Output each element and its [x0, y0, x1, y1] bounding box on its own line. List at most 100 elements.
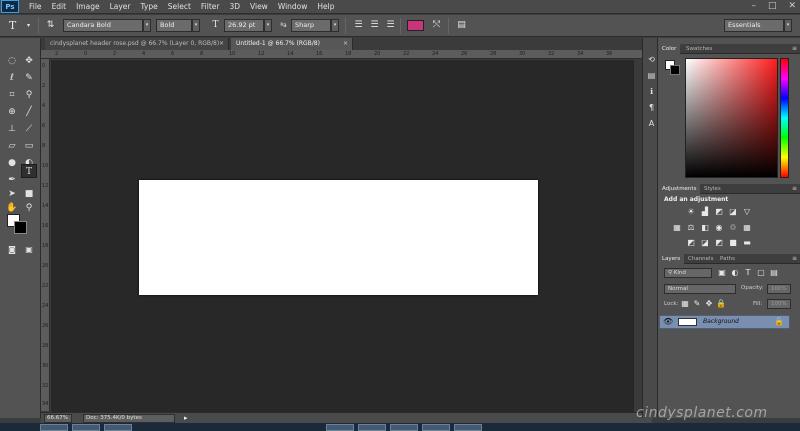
- antialias-field[interactable]: Sharp: [291, 19, 331, 32]
- menu-filter[interactable]: Filter: [201, 2, 220, 11]
- menu-image[interactable]: Image: [76, 2, 100, 11]
- lock-transparency-icon[interactable]: ▦: [680, 299, 690, 309]
- align-center-icon[interactable]: ☰: [368, 19, 381, 32]
- taskbar-item[interactable]: [358, 424, 386, 431]
- levels-icon[interactable]: ▟: [700, 207, 710, 217]
- taskbar-item[interactable]: [72, 424, 100, 431]
- posterize-icon[interactable]: ◪: [700, 238, 710, 248]
- layer-filter-kind[interactable]: ⚲ Kind: [664, 268, 712, 278]
- exposure-icon[interactable]: ◪: [728, 207, 738, 217]
- threshold-icon[interactable]: ◩: [714, 238, 724, 248]
- vibrance-icon[interactable]: ▽: [742, 207, 752, 217]
- fill-field[interactable]: 100%: [767, 299, 791, 309]
- zoom-tool-icon[interactable]: ⚲: [21, 201, 37, 215]
- menu-edit[interactable]: Edit: [52, 2, 67, 11]
- menu-window[interactable]: Window: [278, 2, 308, 11]
- background-color-swatch[interactable]: [14, 221, 27, 234]
- maximize-button[interactable]: □: [768, 1, 777, 11]
- menu-type[interactable]: Type: [141, 2, 158, 11]
- layer-name[interactable]: Background: [703, 318, 739, 325]
- black-white-icon[interactable]: ◧: [700, 223, 710, 233]
- color-balance-icon[interactable]: ⚖: [686, 223, 696, 233]
- gradient-map-icon[interactable]: ▬: [742, 238, 752, 248]
- taskbar-item[interactable]: [326, 424, 354, 431]
- quick-selection-tool-icon[interactable]: ✎: [21, 71, 37, 85]
- properties-panel-icon[interactable]: ▤: [646, 70, 657, 81]
- panel-menu-icon[interactable]: ≡: [792, 254, 797, 264]
- color-panel-background-swatch[interactable]: [670, 65, 680, 75]
- panel-menu-icon[interactable]: ≡: [792, 44, 797, 54]
- status-menu-arrow-icon[interactable]: ▸: [184, 413, 188, 423]
- lock-all-icon[interactable]: 🔒: [716, 299, 726, 309]
- tab-swatches[interactable]: Swatches: [682, 44, 716, 54]
- taskbar-item[interactable]: [40, 424, 68, 431]
- close-tab-icon[interactable]: ×: [219, 38, 224, 50]
- curves-icon[interactable]: ◩: [714, 207, 724, 217]
- move-tool-icon[interactable]: ✥: [21, 54, 37, 68]
- workspace-selector[interactable]: Essentials: [724, 19, 784, 32]
- eye-icon[interactable]: 👁: [663, 317, 673, 327]
- paragraph-panel-icon[interactable]: ¶: [646, 102, 657, 113]
- text-orientation-icon[interactable]: ⇅: [44, 19, 57, 32]
- history-brush-tool-icon[interactable]: ⟋: [21, 122, 37, 136]
- pen-tool-icon[interactable]: ✒: [4, 173, 20, 187]
- color-lookup-icon[interactable]: ▦: [742, 223, 752, 233]
- eraser-tool-icon[interactable]: ▱: [4, 139, 20, 153]
- menu-3d[interactable]: 3D: [229, 2, 240, 11]
- filter-adjustment-icon[interactable]: ◐: [730, 268, 740, 278]
- zoom-level-field[interactable]: 66.67%: [44, 414, 72, 423]
- tab-channels[interactable]: Channels: [684, 254, 717, 264]
- menu-view[interactable]: View: [250, 2, 268, 11]
- invert-icon[interactable]: ◩: [686, 238, 696, 248]
- filter-type-icon[interactable]: T: [743, 268, 753, 278]
- vertical-scrollbar[interactable]: [634, 60, 642, 412]
- tab-header-rose[interactable]: cindysplanet header rose.psd @ 66.7% (La…: [45, 38, 229, 50]
- type-tool-preset-icon[interactable]: T: [6, 19, 19, 32]
- align-right-icon[interactable]: ☰: [384, 19, 397, 32]
- lasso-tool-icon[interactable]: ℓ: [4, 71, 20, 85]
- taskbar-item[interactable]: [454, 424, 482, 431]
- type-tool-icon[interactable]: T: [21, 164, 37, 178]
- marquee-tool-icon[interactable]: ◌: [4, 54, 20, 68]
- path-selection-tool-icon[interactable]: ➤: [4, 187, 20, 201]
- blend-mode-select[interactable]: Normal: [664, 284, 736, 294]
- align-left-icon[interactable]: ☰: [352, 19, 365, 32]
- tab-untitled-1[interactable]: Untitled-1 @ 66.7% (RGB/8) ×: [231, 38, 353, 50]
- hue-slider[interactable]: [780, 58, 789, 178]
- font-style-field[interactable]: Bold: [156, 19, 192, 32]
- filter-smart-object-icon[interactable]: ▤: [769, 268, 779, 278]
- close-button[interactable]: ✕: [788, 1, 796, 11]
- taskbar-item[interactable]: [422, 424, 450, 431]
- eyedropper-tool-icon[interactable]: ⚲: [21, 88, 37, 102]
- hand-tool-icon[interactable]: ✋: [4, 201, 20, 215]
- tab-adjustments[interactable]: Adjustments: [658, 184, 701, 194]
- quick-mask-icon[interactable]: ◙: [4, 243, 20, 257]
- taskbar-item[interactable]: [390, 424, 418, 431]
- document-canvas[interactable]: [139, 180, 538, 295]
- character-panel-icon[interactable]: ▤: [455, 19, 468, 32]
- tab-styles[interactable]: Styles: [700, 184, 725, 194]
- warp-text-icon[interactable]: ⤲: [430, 19, 443, 32]
- crop-tool-icon[interactable]: ⌗: [4, 88, 20, 102]
- spot-healing-tool-icon[interactable]: ⊕: [4, 105, 20, 119]
- blur-tool-icon[interactable]: ●: [4, 156, 20, 170]
- font-family-field[interactable]: Candara Bold: [63, 19, 143, 32]
- minimize-button[interactable]: –: [751, 1, 756, 11]
- filter-pixel-icon[interactable]: ▣: [717, 268, 727, 278]
- gradient-tool-icon[interactable]: ▭: [21, 139, 37, 153]
- history-panel-icon[interactable]: ⟲: [646, 54, 657, 65]
- menu-select[interactable]: Select: [168, 2, 191, 11]
- brightness-contrast-icon[interactable]: ☀: [686, 207, 696, 217]
- text-color-swatch[interactable]: [407, 20, 424, 31]
- lock-image-icon[interactable]: ✎: [692, 299, 702, 309]
- panel-menu-icon[interactable]: ≡: [792, 184, 797, 194]
- tab-color[interactable]: Color: [658, 44, 681, 54]
- hue-saturation-icon[interactable]: ▦: [672, 223, 682, 233]
- opacity-field[interactable]: 100%: [767, 284, 791, 294]
- photo-filter-icon[interactable]: ◉: [714, 223, 724, 233]
- color-picker-field[interactable]: [685, 58, 778, 178]
- font-size-field[interactable]: 26.92 pt: [224, 19, 264, 32]
- taskbar-item[interactable]: [104, 424, 132, 431]
- menu-help[interactable]: Help: [317, 2, 334, 11]
- filter-shape-icon[interactable]: ▢: [756, 268, 766, 278]
